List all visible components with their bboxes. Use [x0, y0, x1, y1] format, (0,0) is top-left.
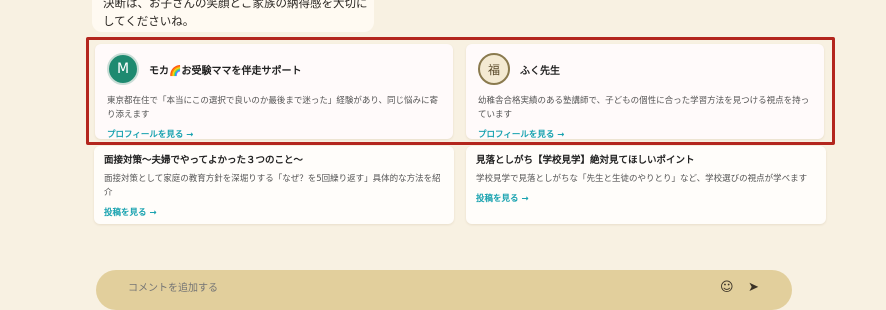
post-title: 見落としがち【学校見学】絶対見てほしいポイント — [476, 155, 695, 166]
post-card-interview[interactable]: 面接対策～夫婦でやってよかった３つのこと～ 面接対策として家庭の教育方針を深堀り… — [94, 146, 454, 224]
highlight-frame — [86, 37, 835, 145]
post-card-school-visit[interactable]: 見落としがち【学校見学】絶対見てほしいポイント 学校見学で見落としがちな「先生と… — [466, 146, 826, 224]
comment-composer: ☺ ➤ — [96, 270, 792, 310]
post-description: 学校見学で見落としがちな「先生と生徒のやりとり」など、学校選びの視点が学べます — [476, 174, 808, 184]
message-text: 決断は、お子さんの笑顔とご家族の納得感を大切にしてくださいね。 — [103, 0, 368, 28]
send-icon[interactable]: ➤ — [748, 280, 759, 295]
view-post-link[interactable]: 投稿を見る → — [104, 206, 157, 218]
post-title: 面接対策～夫婦でやってよかった３つのこと～ — [104, 155, 304, 166]
view-post-link[interactable]: 投稿を見る → — [476, 192, 529, 204]
post-description: 面接対策として家庭の教育方針を深堀りする「なぜ？を5回繰り返す」具体的な方法を紹… — [104, 174, 441, 198]
comment-input[interactable] — [126, 282, 690, 295]
emoji-icon[interactable]: ☺ — [720, 280, 734, 295]
